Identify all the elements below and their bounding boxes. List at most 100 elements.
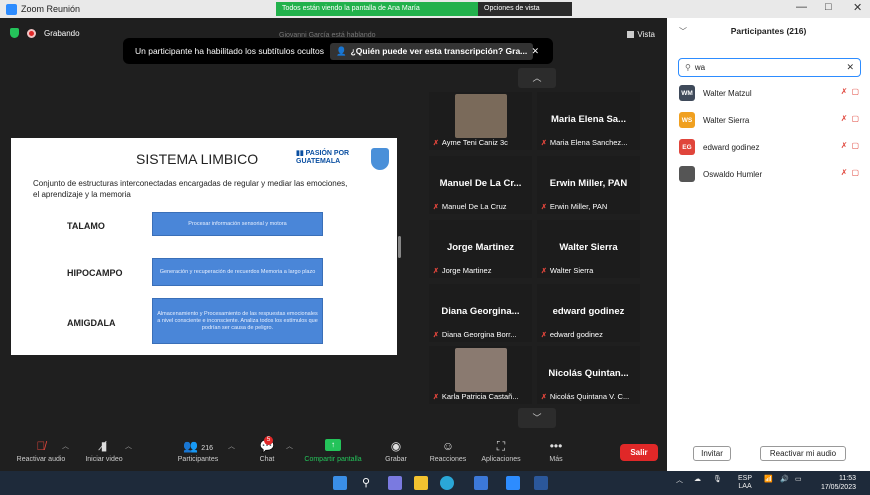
unmute-button[interactable]: 🎙̸ Reactivar audio ︿ <box>14 439 69 463</box>
transcript-link-label: ¿Quién puede ver esta transcripción? Gra… <box>350 46 528 56</box>
search-icon: ⚲ <box>685 63 691 72</box>
muted-mic-icon: 🎙̸ <box>36 439 46 453</box>
video-options-chevron-icon[interactable]: ︿ <box>125 441 132 451</box>
banner-text: Un participante ha habilitado los subtít… <box>135 46 325 56</box>
participant-search-input[interactable]: ⚲ wa ✕ <box>678 58 861 77</box>
muted-mic-icon: ✗ <box>541 393 547 401</box>
record-icon: ◉ <box>390 439 402 453</box>
start-video-button[interactable]: ▮̸ Iniciar video ︿ <box>80 439 132 463</box>
leave-button[interactable]: Salir <box>620 444 658 461</box>
participant-video-tile[interactable]: ✗ Karla Patricia Castañ... <box>429 346 532 404</box>
participants-label: Participantes <box>177 456 219 463</box>
language-indicator[interactable]: ESP LAA <box>738 475 752 491</box>
windows-start-icon[interactable] <box>333 476 347 490</box>
lang-label: ESP <box>738 475 753 482</box>
participants-button[interactable]: 👥 216 Participantes ︿ <box>170 439 235 463</box>
security-shield-icon[interactable] <box>10 28 19 38</box>
windows-taskbar: ⚲ ︿ ☁ 🎙 ESP LAA 📶 🔊 ▭ 11:53 17/05/2023 <box>0 471 870 495</box>
file-explorer-icon[interactable] <box>414 476 428 490</box>
chat-chevron-icon[interactable]: ︿ <box>286 441 293 451</box>
clock-time: 11:53 <box>839 475 856 482</box>
participant-video-tile[interactable]: Erwin Miller, PAN ✗ Erwin Miller, PAN <box>537 156 640 214</box>
participant-video-tile[interactable]: ✗ Ayme Teni Caniz 3c <box>429 92 532 150</box>
participant-video-tile[interactable]: Walter Sierra ✗ Walter Sierra <box>537 220 640 278</box>
recording-icon <box>27 28 36 38</box>
apps-button[interactable]: ⛶ Aplicaciones <box>478 439 524 463</box>
battery-icon[interactable]: ▭ <box>795 475 802 483</box>
term-talamo: TALAMO <box>67 221 105 231</box>
system-clock[interactable]: 11:53 17/05/2023 <box>821 474 856 492</box>
user-icon: 👤 <box>336 45 347 56</box>
wifi-icon[interactable]: 📶 <box>764 475 773 483</box>
invite-button[interactable]: Invitar <box>693 446 731 461</box>
grid-icon <box>627 31 635 38</box>
participants-chevron-icon[interactable]: ︿ <box>228 441 235 451</box>
slide-title: SISTEMA LIMBICO <box>136 151 259 167</box>
participant-row[interactable]: WM Walter Matzul ✗▢ <box>679 84 863 102</box>
tile-display-name: Maria Elena Sa... <box>551 114 626 125</box>
unmute-label: Reactivar audio <box>16 456 66 463</box>
close-icon[interactable]: ✕ <box>853 1 862 14</box>
muted-status-icon: ✗▢ <box>840 87 863 96</box>
reactions-button[interactable]: ☺ Reacciones <box>428 439 468 463</box>
muted-mic-icon: ✗ <box>541 267 547 275</box>
chat-label: Chat <box>259 456 275 463</box>
muted-mic-icon: ✗ <box>541 331 547 339</box>
video-off-icon: ▮̸ <box>100 439 108 453</box>
splitter-handle[interactable] <box>398 236 401 258</box>
word-taskbar-icon[interactable] <box>534 476 548 490</box>
tile-label-text: Jorge Martinez <box>441 266 492 275</box>
reactions-icon: ☺ <box>441 439 455 453</box>
logo-shield-icon <box>371 148 389 170</box>
gallery-down-arrow[interactable]: ﹀ <box>518 408 556 428</box>
participant-name: edward godinez <box>703 142 760 152</box>
participant-video-tile[interactable]: Maria Elena Sa... ✗ Maria Elena Sanchez... <box>537 92 640 150</box>
participant-video-tile[interactable]: edward godinez ✗ edward godinez <box>537 284 640 342</box>
muted-status-icon: ✗▢ <box>840 114 863 123</box>
tile-label-text: Karla Patricia Castañ... <box>441 392 519 401</box>
zoom-taskbar-icon[interactable] <box>506 476 520 490</box>
view-button[interactable]: Vista <box>627 30 655 39</box>
participants-panel: ﹀ Participantes (216) ⚲ wa ✕ WM Walter Ma… <box>667 18 870 471</box>
participant-row[interactable]: Oswaldo Humler ✗▢ <box>679 165 863 183</box>
participant-row[interactable]: WS Walter Sierra ✗▢ <box>679 111 863 129</box>
banner-close-icon[interactable]: ✕ <box>531 46 539 57</box>
gallery-up-arrow[interactable]: ︿ <box>518 68 556 88</box>
unmute-me-button[interactable]: Reactivar mi audio <box>760 446 846 461</box>
app-taskbar-icon[interactable] <box>474 476 488 490</box>
chat-button[interactable]: 💬 5 Chat ︿ <box>254 436 293 463</box>
view-options-button[interactable]: Opciones de vista <box>478 2 572 16</box>
task-view-icon[interactable] <box>388 476 402 490</box>
participant-video-tile[interactable]: Jorge Martinez ✗ Jorge Martinez <box>429 220 532 278</box>
tray-chevron-icon[interactable]: ︿ <box>676 475 683 485</box>
volume-icon[interactable]: 🔊 <box>780 475 789 483</box>
participant-video-tile[interactable]: Manuel De La Cr... ✗ Manuel De La Cruz <box>429 156 532 214</box>
participant-video-tile[interactable]: Nicolás Quintan... ✗ Nicolás Quintana V. C… <box>537 346 640 404</box>
tile-label-text: Manuel De La Cruz <box>441 202 507 211</box>
participant-name: Walter Sierra <box>703 115 750 125</box>
tile-display-name: edward godinez <box>552 306 625 317</box>
transcript-link[interactable]: 👤 ¿Quién puede ver esta transcripción? G… <box>330 42 534 60</box>
cloud-icon: ☁ <box>694 476 701 483</box>
more-button[interactable]: ••• Más <box>546 439 566 463</box>
start-video-label: Iniciar video <box>85 456 123 463</box>
muted-status-icon: ✗▢ <box>840 168 863 177</box>
audio-options-chevron-icon[interactable]: ︿ <box>62 441 69 451</box>
maximize-icon[interactable]: □ <box>825 1 832 13</box>
record-button[interactable]: ◉ Grabar <box>383 439 409 463</box>
share-screen-icon: ↑ <box>325 439 341 451</box>
logo-text: ▮▮ PASIÓN POR GUATEMALA <box>296 150 350 165</box>
minimize-icon[interactable]: — <box>796 1 807 13</box>
box-talamo: Procesar información sensorial y motora <box>152 212 323 236</box>
search-taskbar-icon[interactable]: ⚲ <box>362 476 376 490</box>
view-label: Vista <box>637 30 655 39</box>
clear-search-icon[interactable]: ✕ <box>846 62 854 73</box>
participant-video-tile[interactable]: Diana Georgina... ✗ Diana Georgina Borr... <box>429 284 532 342</box>
participant-row[interactable]: EG edward godinez ✗▢ <box>679 138 863 156</box>
share-screen-button[interactable]: ↑ Compartir pantalla <box>300 439 366 463</box>
apps-icon: ⛶ <box>496 439 506 453</box>
tile-name-label: ✗ Jorge Martinez <box>433 266 529 275</box>
edge-browser-icon[interactable] <box>440 476 454 490</box>
shared-slide: SISTEMA LIMBICO ▮▮ PASIÓN POR GUATEMALA C… <box>11 138 397 355</box>
muted-mic-icon: ✗ <box>541 203 547 211</box>
